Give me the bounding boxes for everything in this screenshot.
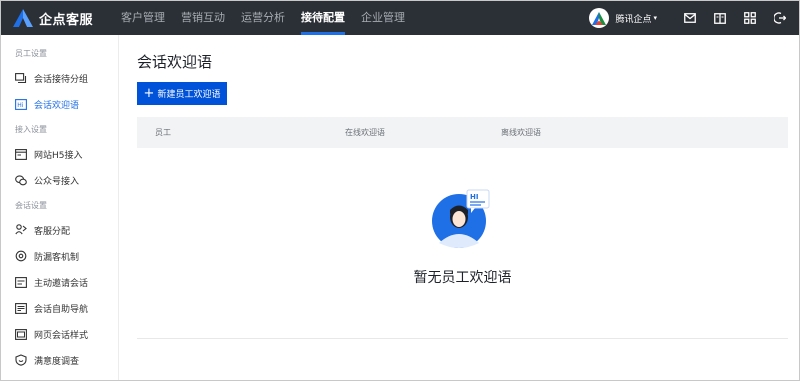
svg-text:Hi: Hi [17,102,24,109]
brand-name: 企点客服 [39,12,94,28]
sidebar-item-label: 客服分配 [34,226,71,237]
nav-item-enterprise[interactable]: 企业管理 [353,1,413,35]
mail-icon[interactable] [683,11,697,25]
qidian-logo-icon [13,9,33,27]
brand[interactable]: 企点客服 [1,9,113,28]
sidebar-item-label: 网页会话样式 [34,330,89,341]
empty-state-text: 暂无员工欢迎语 [413,270,512,286]
account-avatar [589,8,610,28]
sidebar-item-label: 主动邀请会话 [34,278,89,289]
sidebar-item-label: 满意度调查 [34,356,80,367]
app-window: 企点客服 客户管理 营销互动 运营分析 接待配置 企业管理 腾讯企点 ▾ 员工设… [0,0,800,381]
sidebar-group-staff-title: 员工设置 [15,49,47,58]
sidebar-item-chat-group[interactable]: 会话接待分组 [1,65,118,91]
wechat-icon [15,174,27,186]
account-menu[interactable]: 腾讯企点 ▾ [589,8,657,28]
nav-item-customer[interactable]: 客户管理 [113,1,173,35]
chat-group-icon [15,72,27,84]
nav-menu-icon [15,302,27,314]
main-nav: 客户管理 营销互动 运营分析 接待配置 企业管理 [113,1,413,35]
top-navigation-bar: 企点客服 客户管理 营销互动 运营分析 接待配置 企业管理 腾讯企点 ▾ [1,1,799,35]
sidebar-group-access-title: 接入设置 [15,125,47,134]
book-icon[interactable] [713,11,727,25]
sidebar-item-assign[interactable]: 客服分配 [1,217,118,243]
account-name: 腾讯企点 [615,14,652,25]
sidebar-item-label: 防漏客机制 [34,252,80,263]
greeting-table-header: 员工 在线欢迎语 离线欢迎语 [137,117,788,148]
sidebar-item-web-style[interactable]: 网页会话样式 [1,321,118,347]
sidebar-item-invite[interactable]: 主动邀请会话 [1,269,118,295]
sidebar-item-greeting[interactable]: Hi 会话欢迎语 [1,91,118,117]
column-header-staff: 员工 [155,128,171,137]
new-greeting-button[interactable]: + 新建员工欢迎语 [137,82,227,105]
sidebar-item-survey[interactable]: 满意度调查 [1,347,118,373]
grid-icon[interactable] [743,11,757,25]
empty-illustration: HI [431,185,495,249]
logout-icon[interactable] [773,11,787,25]
page-title: 会话欢迎语 [137,53,213,71]
sidebar-item-wechat[interactable]: 公众号接入 [1,167,118,193]
column-header-online-greeting: 在线欢迎语 [345,128,385,137]
top-right-tools: 腾讯企点 ▾ [589,1,799,35]
sidebar-item-website-h5[interactable]: 网站H5接入 [1,141,118,167]
sidebar-item-label: 会话自助导航 [34,304,89,315]
sidebar: 员工设置 会话接待分组 Hi 会话欢迎语 接入设置 网站H5接入 公众号接入 会… [1,35,119,380]
empty-state: HI 暂无员工欢迎语 [137,185,788,287]
website-icon [15,148,27,160]
nav-item-reception-config[interactable]: 接待配置 [293,1,353,35]
main-content: 会话欢迎语 + 新建员工欢迎语 员工 在线欢迎语 离线欢迎语 HI 暂无员工欢迎… [119,35,799,380]
sidebar-item-anti-loss[interactable]: 防漏客机制 [1,243,118,269]
web-style-icon [15,328,27,340]
sidebar-item-label: 公众号接入 [34,176,80,187]
nav-item-marketing[interactable]: 营销互动 [173,1,233,35]
sidebar-item-label: 会话接待分组 [34,74,89,85]
plus-icon: + [143,86,155,101]
sidebar-item-label: 网站H5接入 [34,150,83,161]
greeting-icon: Hi [15,98,27,110]
sidebar-group-session-title: 会话设置 [15,201,47,210]
sidebar-item-self-nav[interactable]: 会话自助导航 [1,295,118,321]
assign-icon [15,224,27,236]
content-divider [137,338,788,339]
chevron-down-icon: ▾ [653,14,657,22]
shield-icon [15,250,27,262]
hi-bubble-text: HI [470,193,478,201]
survey-icon [15,354,27,366]
new-greeting-button-label: 新建员工欢迎语 [157,90,221,100]
invite-icon [15,276,27,288]
nav-item-analytics[interactable]: 运营分析 [233,1,293,35]
sidebar-item-label: 会话欢迎语 [34,100,80,111]
column-header-offline-greeting: 离线欢迎语 [501,128,541,137]
